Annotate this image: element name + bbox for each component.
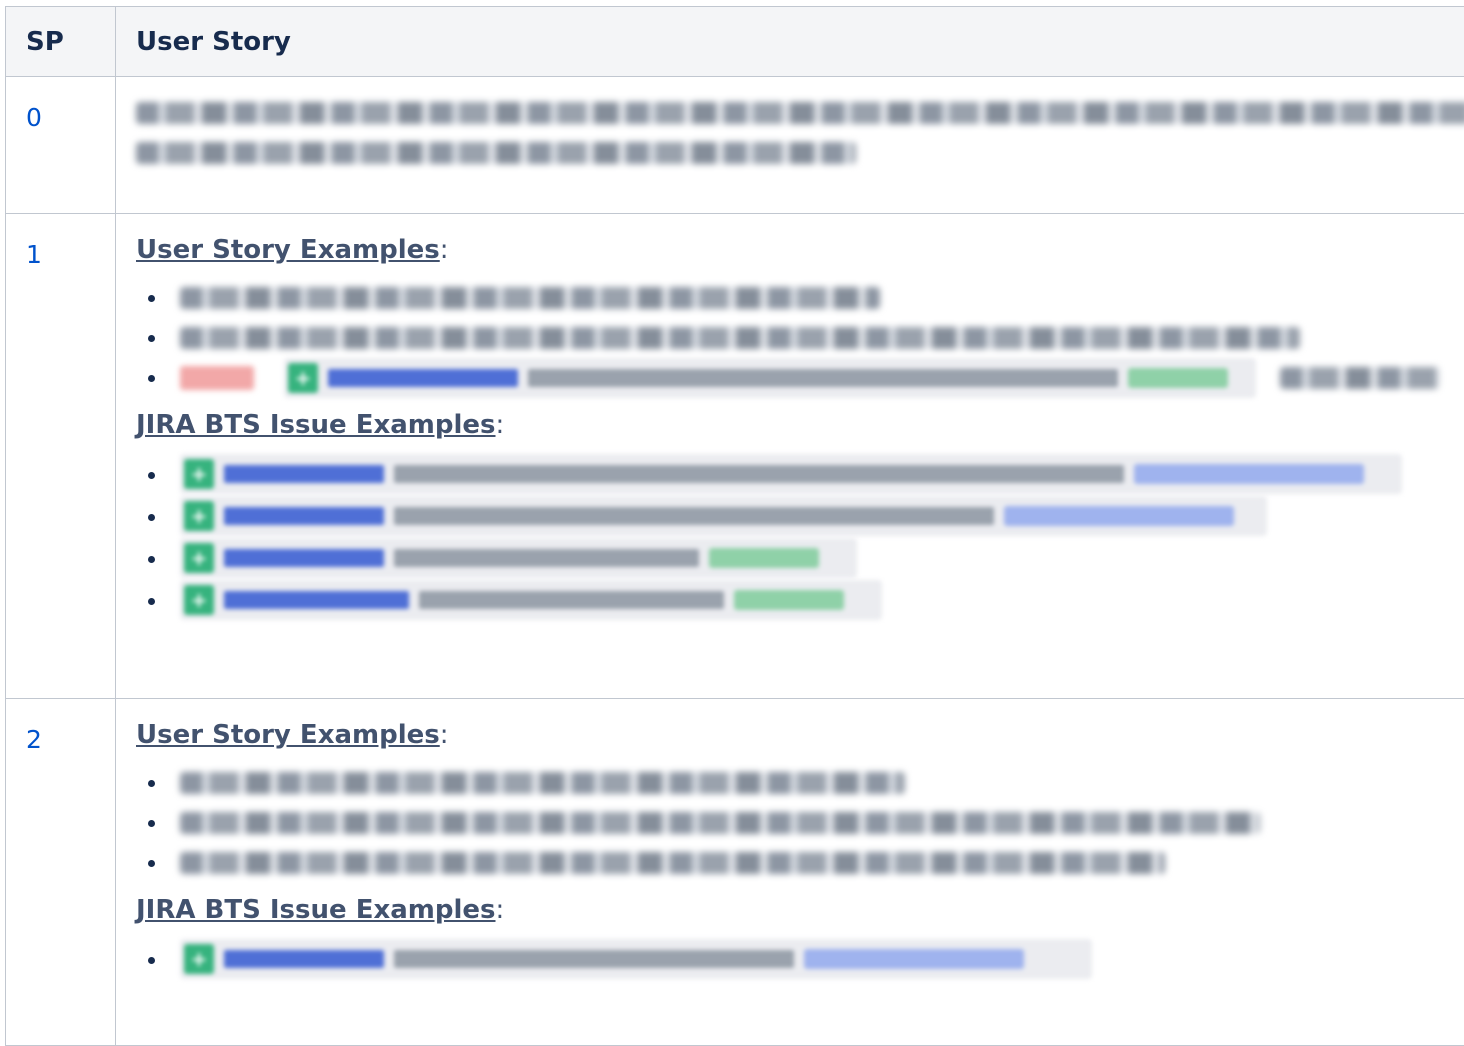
redacted-text-line xyxy=(180,812,1260,834)
issue-summary xyxy=(394,549,699,567)
status-badge xyxy=(1128,368,1228,388)
jira-issue-link[interactable]: + xyxy=(180,939,1092,979)
story-description-text xyxy=(136,77,1464,164)
table-row: 2 User Story Examples: JIRA BTS Issue Ex… xyxy=(6,699,1464,1046)
user-story-examples-heading: User Story Examples xyxy=(136,237,440,263)
list-item: + xyxy=(136,453,1464,495)
story-point-table: SP User Story 0 1 User Story Examples: xyxy=(5,6,1464,1046)
heading-colon: : xyxy=(496,410,505,440)
status-badge xyxy=(709,548,819,568)
issue-summary xyxy=(394,465,1124,483)
list-item: + xyxy=(136,495,1464,537)
sp-value: 1 xyxy=(6,214,116,699)
sp-value: 0 xyxy=(6,77,116,214)
jira-issue-list: + xyxy=(136,938,1464,980)
redacted-text-line xyxy=(1280,367,1440,389)
list-item xyxy=(136,763,1464,803)
story-icon: + xyxy=(184,459,214,489)
issue-key xyxy=(224,465,384,483)
list-item xyxy=(136,843,1464,883)
jira-examples-heading-line: JIRA BTS Issue Examples: xyxy=(136,895,1464,927)
status-label xyxy=(180,366,254,390)
issue-summary xyxy=(394,950,794,968)
table-row: 1 User Story Examples: + xyxy=(6,214,1464,699)
user-story-list: + xyxy=(136,278,1464,398)
list-item xyxy=(136,278,1464,318)
issue-key xyxy=(224,507,384,525)
jira-issue-list: + + xyxy=(136,453,1464,621)
jira-issue-link[interactable]: + xyxy=(284,358,1256,398)
list-item: + xyxy=(136,938,1464,980)
status-badge xyxy=(1134,464,1364,484)
heading-colon: : xyxy=(496,895,505,925)
story-examples-cell: User Story Examples: JIRA BTS Issue Exam… xyxy=(116,699,1464,1046)
status-badge xyxy=(1004,506,1234,526)
user-story-examples-heading: User Story Examples xyxy=(136,722,440,748)
table-header-row: SP User Story xyxy=(6,7,1464,77)
story-icon: + xyxy=(184,944,214,974)
jira-examples-heading: JIRA BTS Issue Examples xyxy=(136,897,496,923)
heading-colon: : xyxy=(440,235,449,265)
jira-issue-link[interactable]: + xyxy=(180,580,882,620)
sp-value: 2 xyxy=(6,699,116,1046)
issue-key xyxy=(224,549,384,567)
issue-summary xyxy=(394,507,994,525)
redacted-text-line xyxy=(180,852,1165,874)
list-item: + xyxy=(136,537,1464,579)
issue-key xyxy=(328,369,518,387)
jira-issue-link[interactable]: + xyxy=(180,496,1267,536)
story-icon: + xyxy=(288,363,318,393)
user-story-examples-heading-line: User Story Examples: xyxy=(136,720,1464,752)
story-icon: + xyxy=(184,501,214,531)
redacted-text-line xyxy=(136,142,856,164)
table-row: 0 xyxy=(6,77,1464,214)
list-item: + xyxy=(136,579,1464,621)
heading-colon: : xyxy=(440,720,449,750)
redacted-text-line xyxy=(180,287,880,309)
status-badge xyxy=(804,949,1024,969)
jira-issue-link[interactable]: + xyxy=(180,538,857,578)
issue-key xyxy=(224,950,384,968)
redacted-text-line xyxy=(136,102,1464,124)
story-examples-cell: User Story Examples: + xyxy=(116,214,1464,699)
redacted-text-line xyxy=(180,772,905,794)
list-item xyxy=(136,318,1464,358)
issue-key xyxy=(224,591,409,609)
user-story-examples-heading-line: User Story Examples: xyxy=(136,235,1464,267)
jira-issue-link[interactable]: + xyxy=(180,454,1402,494)
jira-examples-heading-line: JIRA BTS Issue Examples: xyxy=(136,410,1464,442)
redacted-text-line xyxy=(180,327,1300,349)
issue-summary xyxy=(419,591,724,609)
story-icon: + xyxy=(184,543,214,573)
status-badge xyxy=(734,590,844,610)
header-sp: SP xyxy=(6,7,116,77)
header-user-story: User Story xyxy=(116,7,1464,77)
user-story-list xyxy=(136,763,1464,883)
list-item: + xyxy=(136,358,1464,398)
story-icon: + xyxy=(184,585,214,615)
list-item xyxy=(136,803,1464,843)
story-description-cell xyxy=(116,77,1464,214)
issue-summary xyxy=(528,369,1118,387)
jira-examples-heading: JIRA BTS Issue Examples xyxy=(136,412,496,438)
